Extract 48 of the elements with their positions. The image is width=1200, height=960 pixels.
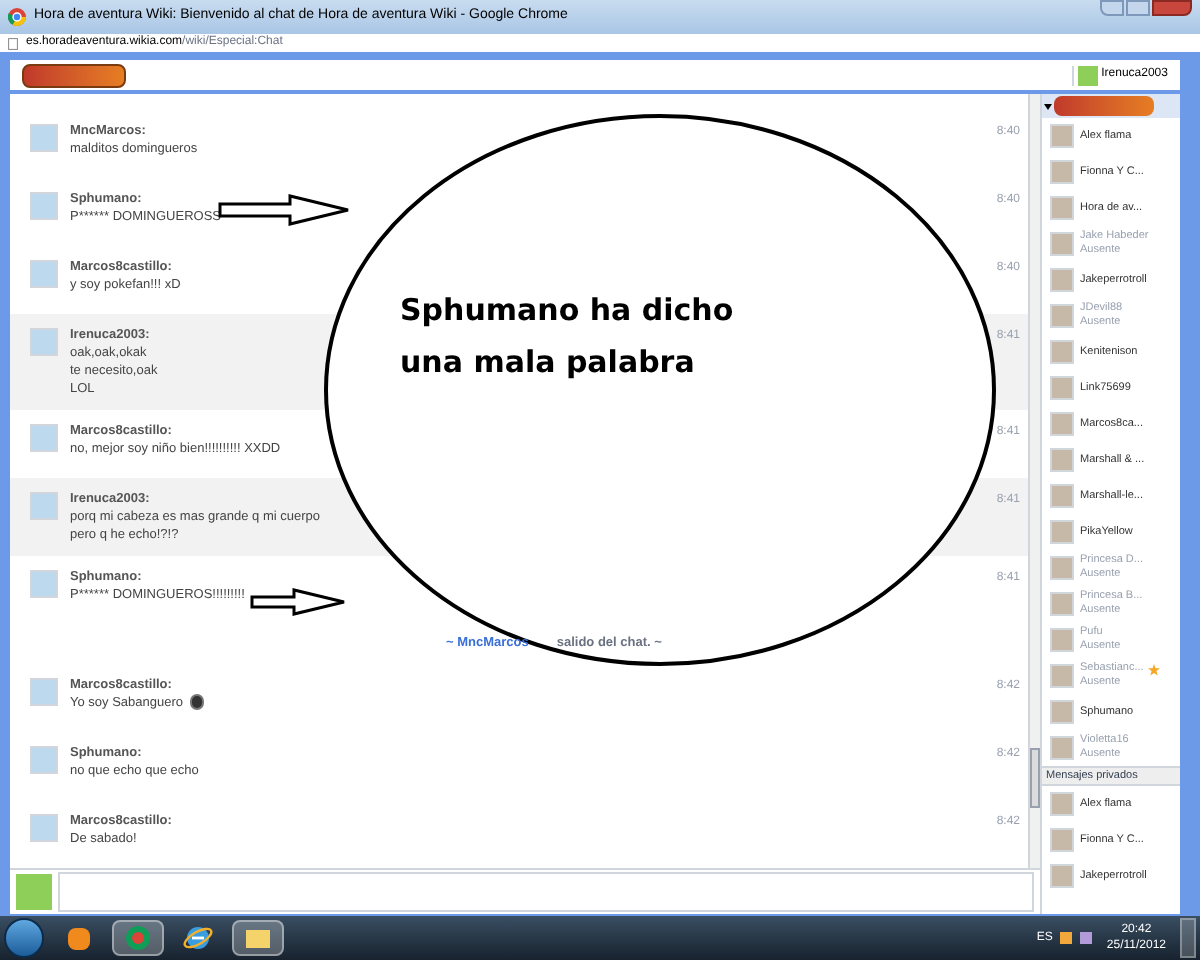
avatar-image (1050, 448, 1074, 472)
avatar-image (30, 745, 58, 774)
close-button[interactable] (1152, 0, 1192, 16)
avatar-image (1077, 65, 1098, 85)
avatar-image (1050, 160, 1074, 184)
wiki-logo (1054, 96, 1154, 116)
avatar-image (1050, 484, 1074, 508)
show-desktop-button[interactable] (1180, 918, 1196, 958)
avatar-image (30, 570, 58, 598)
avatar-image (1050, 592, 1074, 616)
avatar-image (30, 124, 58, 152)
avatar-image (1050, 664, 1074, 688)
avatar-image (30, 424, 58, 452)
avatar-image (1050, 376, 1074, 400)
avatar-image (1050, 700, 1074, 724)
message-input[interactable] (58, 871, 1034, 912)
avatar-image (1050, 340, 1074, 364)
avatar-image (1050, 196, 1074, 220)
avatar-image (1050, 412, 1074, 436)
folder-icon[interactable] (232, 920, 284, 956)
browser-icon[interactable] (182, 922, 214, 954)
avatar-image (1050, 268, 1074, 292)
annotation-text: Sphumano ha dicho una mala palabra (400, 290, 736, 384)
avatar-image (1050, 304, 1074, 328)
outline-arrow (218, 194, 350, 226)
browser-logo-icon (8, 8, 26, 26)
avatar-image (1050, 124, 1074, 148)
avatar-image (1050, 736, 1074, 760)
avatar-image (30, 492, 58, 520)
browser-taskbar-icon[interactable] (112, 920, 164, 956)
avatar-image (1050, 864, 1074, 888)
avatar-image (30, 260, 58, 288)
avatar-image (1050, 828, 1074, 852)
avatar-image (1050, 520, 1074, 544)
avatar-image (30, 328, 58, 356)
wiki-logo[interactable] (22, 63, 126, 87)
avatar-image (1050, 792, 1074, 816)
avatar-image (1050, 232, 1074, 256)
outline-arrow (250, 588, 346, 616)
page-icon (8, 37, 18, 49)
avatar-image (1050, 556, 1074, 580)
avatar-image (16, 873, 52, 910)
avatar-image (30, 813, 58, 842)
avatar-image (1050, 628, 1074, 652)
avatar-image (30, 192, 58, 220)
avatar-image (30, 677, 58, 706)
scrollbar-thumb[interactable] (1030, 747, 1040, 808)
start-button[interactable] (4, 918, 44, 958)
